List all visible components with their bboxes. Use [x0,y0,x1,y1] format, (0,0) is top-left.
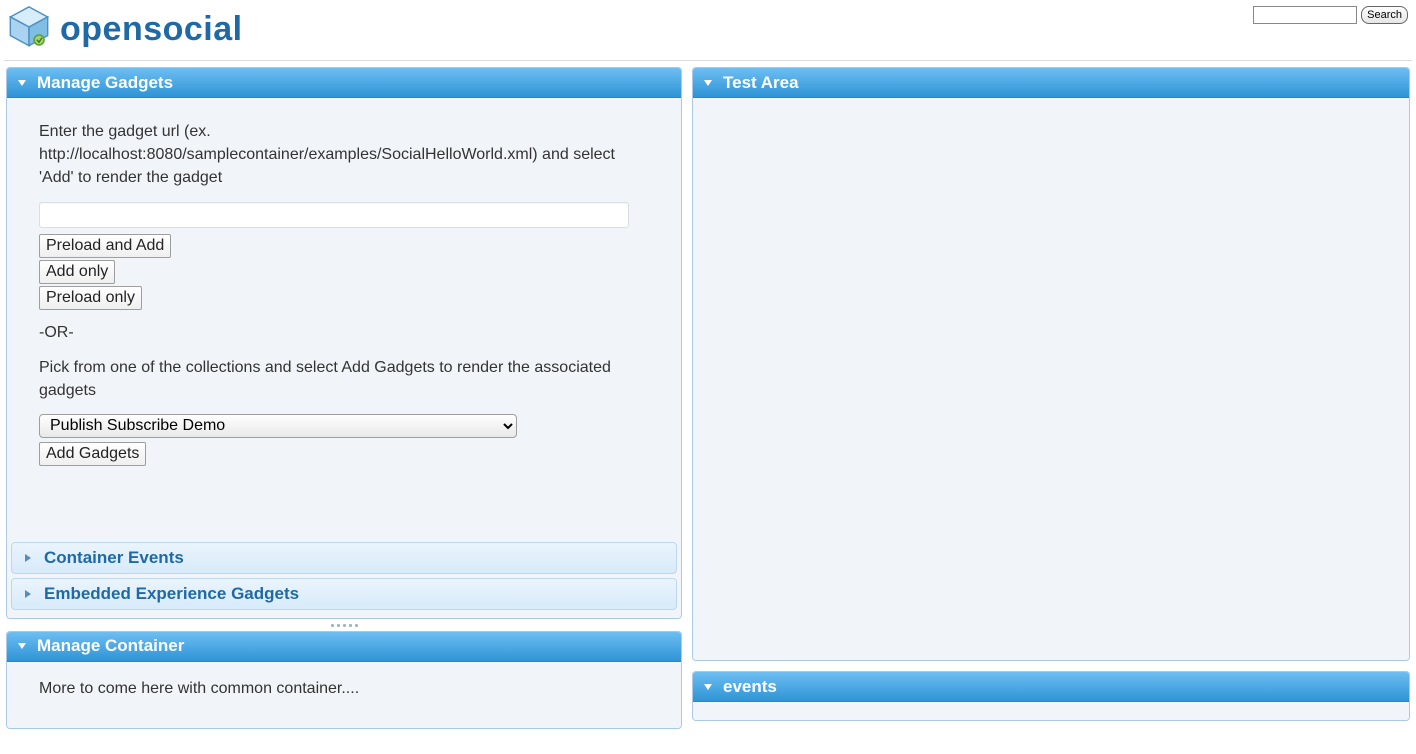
chevron-down-icon [703,682,713,692]
manage-gadgets-panel: Manage Gadgets Enter the gadget url (ex.… [6,67,682,619]
preload-and-add-button[interactable]: Preload and Add [39,234,171,258]
search-button[interactable]: Search [1361,6,1408,24]
accordion-container-events[interactable]: Container Events [11,542,677,574]
opensocial-cube-icon [6,4,60,54]
accordion-ee-gadgets[interactable]: Embedded Experience Gadgets [11,578,677,610]
drag-handle[interactable] [6,623,682,629]
manage-container-panel: Manage Container More to come here with … [6,631,682,729]
events-body [693,702,1409,720]
events-title: events [723,677,777,697]
brand-logo: opensocial [6,4,243,54]
events-header[interactable]: events [693,672,1409,702]
gadget-url-input[interactable] [39,202,629,228]
manage-container-text: More to come here with common container.… [39,680,359,697]
search-input[interactable] [1253,6,1357,24]
collection-instruction: Pick from one of the collections and sel… [39,356,649,402]
gadget-url-instruction: Enter the gadget url (ex. http://localho… [39,120,649,190]
chevron-down-icon [17,641,27,651]
chevron-right-icon [24,553,32,563]
accordion-label: Embedded Experience Gadgets [44,584,299,604]
test-area-panel: Test Area [692,67,1410,661]
test-area-title: Test Area [723,73,799,93]
manage-gadgets-header[interactable]: Manage Gadgets [7,68,681,98]
events-panel: events [692,671,1410,721]
manage-gadgets-title: Manage Gadgets [37,73,173,93]
gadget-collection-select[interactable]: Publish Subscribe Demo [39,414,517,438]
or-divider: -OR- [39,324,649,342]
chevron-down-icon [703,78,713,88]
accordion-label: Container Events [44,548,184,568]
preload-only-button[interactable]: Preload only [39,286,142,310]
manage-container-header[interactable]: Manage Container [7,632,681,662]
test-area-body [693,98,1409,660]
test-area-header[interactable]: Test Area [693,68,1409,98]
add-only-button[interactable]: Add only [39,260,115,284]
manage-container-title: Manage Container [37,636,184,656]
brand-name: opensocial [60,10,243,49]
chevron-down-icon [17,78,27,88]
add-gadgets-button[interactable]: Add Gadgets [39,442,146,466]
chevron-right-icon [24,589,32,599]
